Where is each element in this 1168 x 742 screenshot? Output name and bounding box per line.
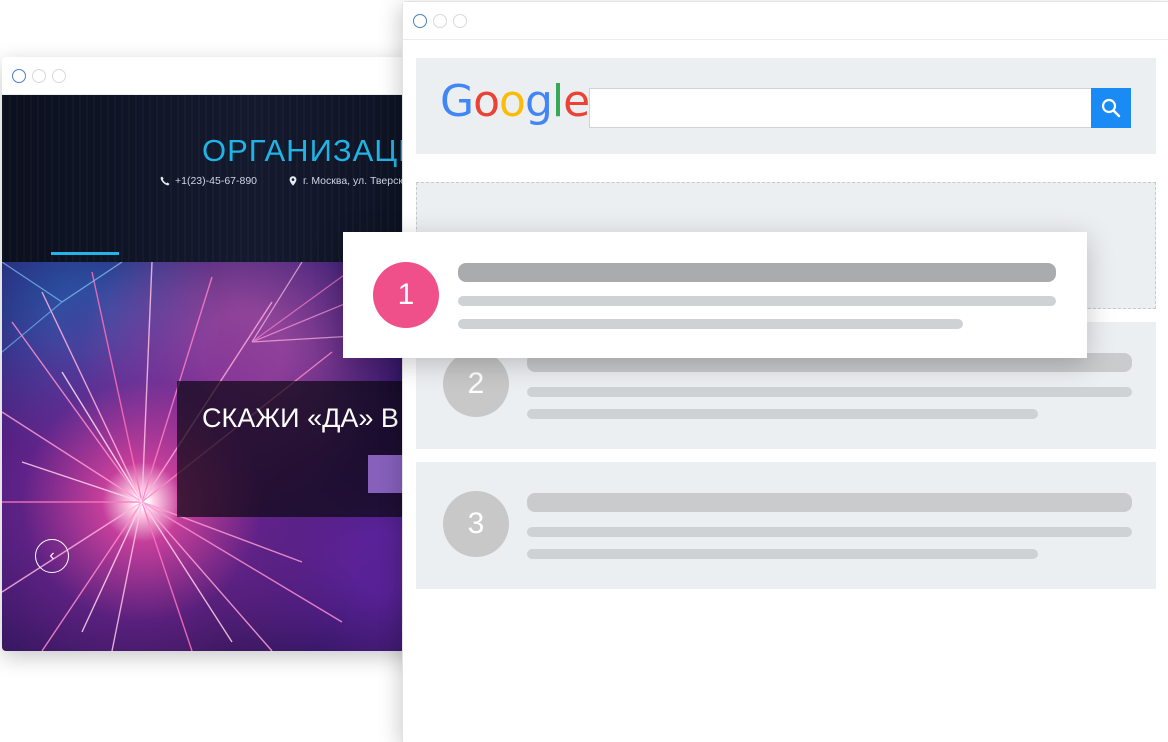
result-snippet-placeholder [527, 527, 1132, 537]
phone-contact[interactable]: +1(23)-45-67-890 [160, 175, 257, 187]
result-rank-badge: 1 [373, 262, 439, 328]
window-minimize-dot[interactable] [32, 68, 46, 83]
window-maximize-dot[interactable] [453, 13, 467, 28]
window-close-dot[interactable] [413, 13, 427, 28]
chevron-left-icon: ‹ [49, 547, 55, 564]
search-input[interactable] [589, 88, 1092, 128]
result-rank-badge: 3 [443, 491, 509, 557]
result-snippet-placeholder [458, 319, 963, 329]
phone-icon [160, 176, 170, 186]
window-maximize-dot[interactable] [52, 68, 66, 83]
result-snippet-placeholder [458, 296, 1056, 306]
location-pin-icon [289, 176, 297, 186]
search-window-titlebar [403, 2, 1168, 40]
address-contact: г. Москва, ул. Тверска [288, 175, 409, 187]
result-snippet-placeholder [527, 409, 1038, 419]
window-minimize-dot[interactable] [433, 13, 447, 28]
search-window: Google 2 3 [402, 1, 1168, 742]
search-result-3[interactable]: 3 [416, 462, 1156, 589]
result-snippet-placeholder [527, 549, 1038, 559]
slider-prev-button[interactable]: ‹ [35, 539, 69, 573]
organization-name: ОРГАНИЗАЦИ [202, 133, 422, 168]
hero-caption: СКАЖИ «ДА» В [177, 381, 422, 517]
search-button[interactable] [1091, 88, 1131, 128]
result-title-placeholder [527, 493, 1132, 512]
contacts: +1(23)-45-67-890 г. Москва, ул. Тверска [160, 175, 422, 189]
result-snippet-placeholder [527, 387, 1132, 397]
search-header: Google [416, 58, 1156, 154]
result-rank-badge: 2 [443, 351, 509, 417]
hero-title: СКАЖИ «ДА» В [202, 403, 399, 433]
window-close-dot[interactable] [12, 68, 26, 83]
website-titlebar [2, 57, 422, 95]
google-logo: Google [440, 76, 590, 127]
result-title-placeholder [458, 263, 1056, 282]
search-result-1[interactable]: 1 [343, 232, 1087, 358]
search-icon [1101, 98, 1121, 118]
